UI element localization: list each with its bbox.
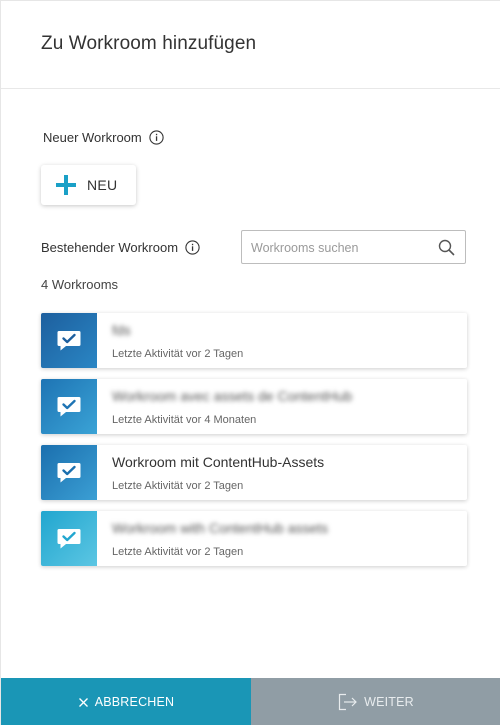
new-workroom-button[interactable]: NEU: [41, 165, 136, 205]
cancel-button[interactable]: ABBRECHEN: [1, 678, 251, 725]
workroom-chat-check-icon: [56, 527, 82, 551]
info-icon[interactable]: [149, 130, 164, 145]
next-button-label: WEITER: [364, 695, 414, 709]
cancel-button-label: ABBRECHEN: [94, 695, 175, 709]
workroom-search: [241, 230, 466, 264]
add-to-workroom-dialog: Zu Workroom hinzufügen Neuer Workroom NE…: [0, 0, 500, 725]
workroom-last-activity: Letzte Aktivität vor 2 Tagen: [112, 546, 244, 558]
next-button[interactable]: WEITER: [251, 678, 500, 725]
new-workroom-button-label: NEU: [87, 177, 118, 193]
workroom-last-activity: Letzte Aktivität vor 2 Tagen: [112, 480, 244, 492]
dialog-footer: ABBRECHEN WEITER: [1, 678, 500, 725]
new-workroom-label: Neuer Workroom: [43, 130, 164, 145]
workroom-thumbnail: [41, 313, 97, 368]
search-icon[interactable]: [438, 239, 455, 256]
workroom-thumbnail: [41, 511, 97, 566]
close-icon: [78, 697, 89, 708]
workroom-thumbnail: [41, 379, 97, 434]
new-workroom-label-text: Neuer Workroom: [43, 130, 142, 145]
info-icon[interactable]: [185, 240, 200, 255]
workroom-name: Workroom mit ContentHub-Assets: [112, 454, 325, 470]
dialog-title: Zu Workroom hinzufügen: [41, 33, 257, 54]
workroom-count: 4 Workrooms: [41, 277, 119, 292]
workroom-chat-check-icon: [56, 329, 82, 353]
search-input[interactable]: [251, 238, 431, 258]
workroom-name: Workroom with ContentHub assets: [112, 520, 329, 536]
workroom-name: fds: [112, 322, 131, 338]
workroom-chat-check-icon: [56, 395, 82, 419]
existing-workroom-label-text: Bestehender Workroom: [41, 240, 179, 255]
workroom-list-item[interactable]: fds Letzte Aktivität vor 2 Tagen: [41, 313, 467, 368]
existing-workroom-label: Bestehender Workroom: [41, 240, 200, 255]
workroom-list: fds Letzte Aktivität vor 2 Tagen Workroom …: [41, 313, 467, 577]
dialog-header: Zu Workroom hinzufügen: [1, 1, 500, 89]
workroom-list-item[interactable]: Workroom mit ContentHub-Assets Letzte Akt…: [41, 445, 467, 500]
workroom-list-item[interactable]: Workroom with ContentHub assets Letzte Ak…: [41, 511, 467, 566]
exit-arrow-icon: [338, 693, 358, 711]
workroom-last-activity: Letzte Aktivität vor 4 Monaten: [112, 414, 257, 426]
plus-icon: [55, 174, 77, 196]
workroom-thumbnail: [41, 445, 97, 500]
workroom-name: Workroom avec assets de ContentHub: [112, 388, 353, 404]
workroom-list-item[interactable]: Workroom avec assets de ContentHub Letzte…: [41, 379, 467, 434]
workroom-last-activity: Letzte Aktivität vor 2 Tagen: [112, 348, 244, 360]
workroom-chat-check-icon: [56, 461, 82, 485]
